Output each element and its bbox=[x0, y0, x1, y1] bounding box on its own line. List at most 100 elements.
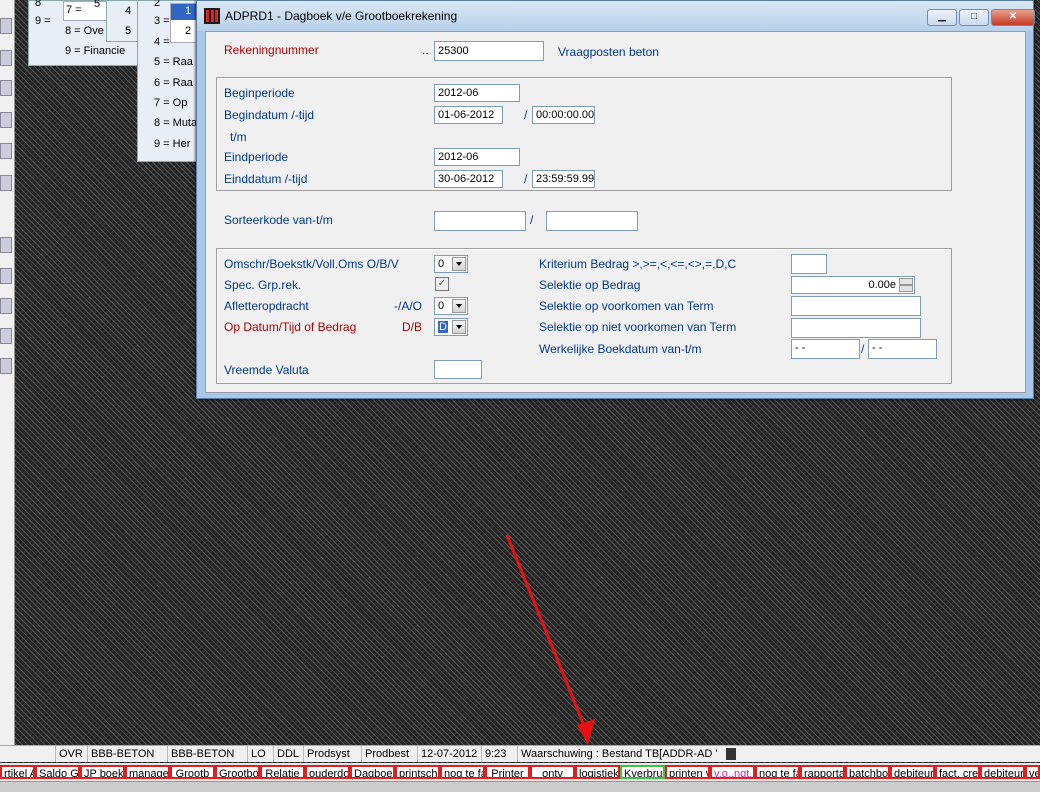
taskbar-button[interactable]: Dagboek bbox=[350, 765, 395, 779]
tool-icon[interactable] bbox=[0, 18, 12, 34]
selektie-bedrag-input[interactable]: 0.00e bbox=[791, 276, 915, 294]
begindatum-input[interactable]: 01-06-2012 bbox=[434, 106, 503, 124]
taskbar-button[interactable]: Saldo Gr bbox=[35, 765, 80, 779]
taskbar-button[interactable]: ve bbox=[1025, 765, 1040, 779]
taskbar-button[interactable]: logistieke bbox=[575, 765, 620, 779]
tool-icon[interactable] bbox=[0, 80, 12, 96]
chevron-down-icon[interactable] bbox=[452, 299, 466, 313]
bg-line: 8 = Ove bbox=[65, 25, 104, 37]
eindtijd-input[interactable]: 23:59:59.99 bbox=[532, 170, 595, 188]
omschr-label: Omschr/Boekstk/Voll.Oms O/B/V bbox=[224, 257, 399, 271]
close-button[interactable]: ✕ bbox=[991, 9, 1035, 26]
afletter-label: Afletteropdracht bbox=[224, 299, 309, 313]
omschr-dropdown[interactable]: 0 bbox=[434, 255, 468, 273]
einddatum-input[interactable]: 30-06-2012 bbox=[434, 170, 503, 188]
tool-icon[interactable] bbox=[0, 237, 12, 253]
werkelijke-boekdatum-to[interactable]: - - bbox=[868, 339, 937, 359]
spinner[interactable] bbox=[899, 278, 913, 292]
rekeningnummer-input[interactable]: 25300 bbox=[434, 41, 544, 61]
taskbar-button[interactable]: Grootboe bbox=[215, 765, 260, 779]
status-warning: Waarschuwing : Bestand TB[ADDR-AD ' bbox=[521, 748, 718, 760]
status-prodbest: Prodbest bbox=[362, 746, 418, 762]
dagboek-dialog: ADPRD1 - Dagboek v/e Grootboekrekening ▁… bbox=[196, 0, 1035, 399]
tool-icon[interactable] bbox=[0, 50, 12, 66]
selektie-bedrag-label: Selektie op Bedrag bbox=[539, 278, 641, 292]
bg-line: 9 = Her bbox=[154, 138, 191, 150]
taskbar-button[interactable]: JP boeke bbox=[80, 765, 125, 779]
selektie-niet-term-input[interactable] bbox=[791, 318, 921, 338]
taskbar-button[interactable]: printsche bbox=[395, 765, 440, 779]
sorteerkode-to-input[interactable] bbox=[546, 211, 638, 231]
sorteerkode-label: Sorteerkode van-t/m bbox=[224, 213, 333, 227]
taskbar-button[interactable]: v.o.,ngt. bbox=[710, 765, 755, 779]
eindperiode-input[interactable]: 2012-06 bbox=[434, 148, 520, 166]
selektie-term-input[interactable] bbox=[791, 296, 921, 316]
begintijd-input[interactable]: 00:00:00.00 bbox=[532, 106, 595, 124]
bg-line: 9 = bbox=[35, 15, 51, 27]
app-icon bbox=[204, 8, 220, 24]
tool-icon[interactable] bbox=[0, 143, 12, 159]
spec-grp-checkbox[interactable]: ✓ bbox=[435, 277, 449, 291]
tool-icon[interactable] bbox=[0, 298, 12, 314]
bg-line: 7 = Op bbox=[154, 97, 188, 109]
arrow-shaft bbox=[505, 534, 587, 729]
chevron-down-icon[interactable] bbox=[452, 320, 466, 334]
tool-icon[interactable] bbox=[0, 175, 12, 191]
tool-icon[interactable] bbox=[0, 328, 12, 344]
status-company-2: BBB-BETON bbox=[168, 746, 248, 762]
afletter-dropdown[interactable]: 0 bbox=[434, 297, 468, 315]
sorteerkode-slash: / bbox=[530, 213, 534, 227]
beginperiode-input[interactable]: 2012-06 bbox=[434, 84, 520, 102]
taskbar-button[interactable]: debiteure bbox=[890, 765, 935, 779]
minimize-button[interactable]: ▁ bbox=[927, 9, 957, 26]
rekeningnummer-label: Rekeningnummer bbox=[224, 43, 319, 57]
bg-line: 5 = Raa bbox=[154, 56, 193, 68]
bg-line: 1 bbox=[185, 5, 192, 17]
rekeningnummer-description: Vraagposten beton bbox=[558, 45, 659, 59]
tool-icon[interactable] bbox=[0, 112, 12, 128]
begindatum-label: Begindatum /-tijd bbox=[224, 108, 315, 122]
bg-line: 8 bbox=[35, 0, 42, 9]
dialog-title: ADPRD1 - Dagboek v/e Grootboekrekening bbox=[225, 9, 458, 23]
taskbar-button[interactable]: nog te fa bbox=[440, 765, 485, 779]
dialog-titlebar[interactable]: ADPRD1 - Dagboek v/e Grootboekrekening ▁… bbox=[197, 1, 1035, 31]
status-lo: LO bbox=[248, 746, 274, 762]
maximize-button[interactable]: □ bbox=[959, 9, 989, 26]
taskbar-button[interactable]: debiteur bbox=[980, 765, 1025, 779]
taskbar-button[interactable]: printen v bbox=[665, 765, 710, 779]
status-date: 12-07-2012 bbox=[418, 746, 482, 762]
bg-line: 3 = bbox=[154, 15, 170, 27]
taskbar-button[interactable]: ontv bbox=[530, 765, 575, 779]
taskbar-button[interactable]: rapporta bbox=[800, 765, 845, 779]
tool-icon[interactable] bbox=[0, 358, 12, 374]
taskbar-bottom-row bbox=[0, 781, 1040, 792]
bg-line: 4 bbox=[125, 5, 132, 17]
einddatum-label: Einddatum /-tijd bbox=[224, 172, 308, 186]
opdatum-hint: D/B bbox=[402, 320, 423, 334]
taskbar-button[interactable]: manager bbox=[125, 765, 170, 779]
tool-icon[interactable] bbox=[0, 268, 12, 284]
bg-line: 4 = bbox=[154, 36, 170, 48]
selektie-term-label: Selektie op voorkomen van Term bbox=[539, 299, 714, 313]
taskbar-button[interactable]: batchboe bbox=[845, 765, 890, 779]
taskbar-button[interactable]: Grootb bbox=[170, 765, 215, 779]
chevron-down-icon[interactable] bbox=[452, 257, 466, 271]
taskbar-button[interactable]: nog te fa bbox=[755, 765, 800, 779]
taskbar-button[interactable]: rtikel A bbox=[0, 765, 35, 779]
tm-label: t/m bbox=[230, 130, 247, 144]
taskbar-button[interactable]: Kverbrui bbox=[620, 765, 665, 779]
left-toolbar bbox=[0, 0, 15, 745]
vreemde-valuta-input[interactable] bbox=[434, 360, 482, 379]
opdatum-label: Op Datum/Tijd of Bedrag bbox=[224, 320, 357, 334]
taskbar-button[interactable]: Printer bbox=[485, 765, 530, 779]
taskbar-button[interactable]: fact. cre bbox=[935, 765, 980, 779]
taskbar-button[interactable]: Relatie bbox=[260, 765, 305, 779]
hourglass-icon bbox=[726, 748, 736, 760]
werkelijke-boekdatum-from[interactable]: - - bbox=[791, 339, 860, 359]
opdatum-dropdown[interactable]: D bbox=[434, 318, 468, 336]
werkelijke-slash: / bbox=[861, 342, 865, 356]
sorteerkode-from-input[interactable] bbox=[434, 211, 526, 231]
taskbar-button[interactable]: ouderdo bbox=[305, 765, 350, 779]
status-company: BBB-BETON bbox=[88, 746, 168, 762]
kriterium-input[interactable] bbox=[791, 254, 827, 274]
